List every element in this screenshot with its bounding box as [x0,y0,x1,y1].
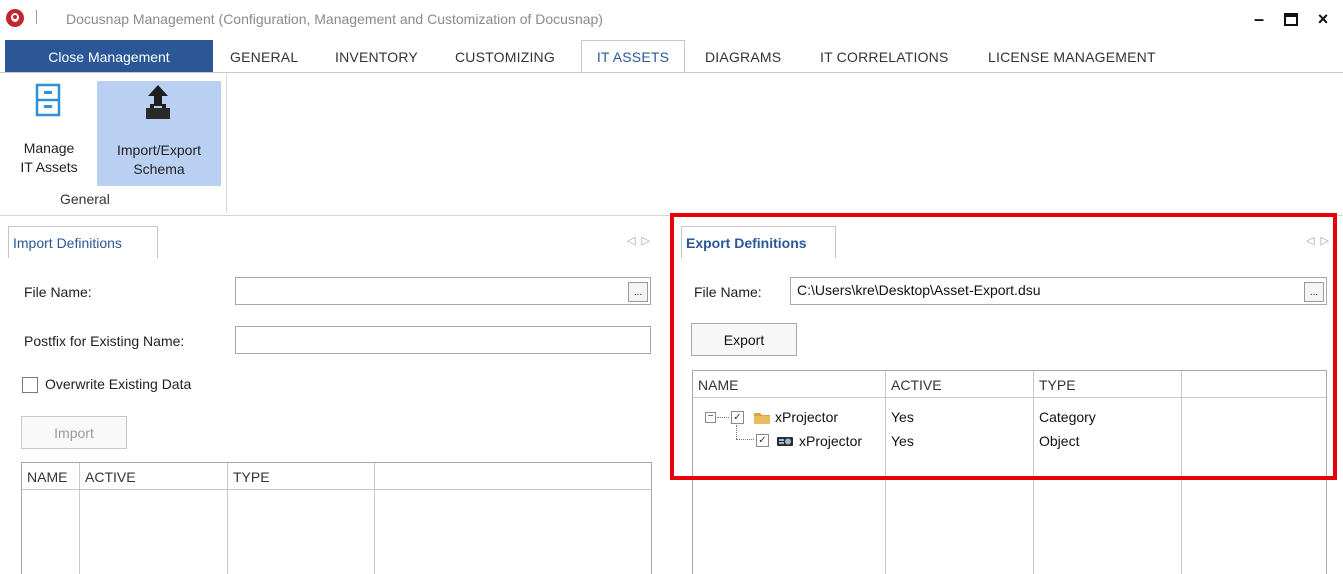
ribbon-divider [0,215,1343,216]
overwrite-checkbox[interactable] [22,377,38,393]
filing-cabinet-icon [35,83,61,117]
overwrite-label: Overwrite Existing Data [45,376,192,392]
import-col-name[interactable]: NAME [22,463,80,490]
maximize-button[interactable] [1276,4,1306,34]
export-col-divider [1033,398,1034,574]
manage-label-2: IT Assets [20,159,78,175]
export-file-name-input[interactable]: C:\Users\kre\Desktop\Asset-Export.dsu [790,277,1327,305]
tree-collapse-toggle[interactable]: − [705,412,716,423]
export-button[interactable]: Export [691,323,797,356]
folder-icon [754,413,770,424]
tree-connector [736,439,754,440]
tab-license-management[interactable]: LICENSE MANAGEMENT [988,40,1156,73]
export-col-divider [1181,398,1182,574]
import-col-active[interactable]: ACTIVE [80,463,228,490]
ribbon-group-label: General [60,191,110,207]
manage-it-assets-button[interactable]: Manage IT Assets [6,77,92,185]
import-file-name-input[interactable] [235,277,651,305]
import-definitions-grid: NAME ACTIVE TYPE [21,462,652,574]
row-checkbox[interactable]: ✓ [731,411,744,424]
export-col-divider [885,398,886,574]
tab-it-correlations[interactable]: IT CORRELATIONS [820,40,949,73]
import-export-label-1: Import/Export [116,142,202,158]
import-col-divider [227,490,228,574]
export-grid-header: NAME ACTIVE TYPE [693,371,1326,398]
window-title: Docusnap Management (Configuration, Mana… [66,11,603,27]
upload-icon [146,85,170,119]
main-tab-bar: Close Management GENERAL INVENTORY CUSTO… [0,40,1343,73]
export-nav-arrows[interactable]: ◁▷ [1306,234,1335,247]
row-active: Yes [891,433,914,449]
manage-label-1: Manage [23,140,75,156]
row-type: Category [1039,409,1096,425]
tab-customizing[interactable]: CUSTOMIZING [455,40,555,73]
import-col-divider [79,490,80,574]
import-browse-button[interactable]: ... [628,282,648,302]
tab-inventory[interactable]: INVENTORY [335,40,418,73]
export-col-active[interactable]: ACTIVE [886,371,1034,398]
tab-it-assets[interactable]: IT ASSETS [581,40,685,73]
title-separator [36,10,37,24]
minimize-button[interactable]: – [1244,4,1274,34]
row-checkbox[interactable]: ✓ [756,434,769,447]
import-nav-arrows[interactable]: ◁▷ [627,234,656,247]
postfix-input[interactable] [235,326,651,354]
row-name[interactable]: xProjector [775,409,838,425]
export-col-name[interactable]: NAME [693,371,886,398]
tab-general[interactable]: GENERAL [230,40,298,73]
maximize-icon [1284,12,1298,26]
close-window-button[interactable]: × [1308,4,1338,34]
export-col-type[interactable]: TYPE [1034,371,1182,398]
row-type: Object [1039,433,1080,449]
export-file-name-label: File Name: [694,284,762,300]
import-grid-header: NAME ACTIVE TYPE [22,463,651,490]
import-button[interactable]: Import [21,416,127,449]
tab-diagrams[interactable]: DIAGRAMS [705,40,781,73]
title-bar: Docusnap Management (Configuration, Mana… [0,0,1343,40]
docusnap-logo-icon[interactable] [6,9,24,27]
close-management-button[interactable]: Close Management [5,40,213,73]
ribbon: Manage IT Assets Import/Export Schema Ge… [0,73,1343,216]
import-col-divider [374,490,375,574]
import-file-name-label: File Name: [24,284,92,300]
tree-connector [736,425,737,439]
import-export-label-2: Schema [133,161,185,177]
projector-icon [777,437,793,446]
export-browse-button[interactable]: ... [1304,282,1324,302]
tab-export-definitions[interactable]: Export Definitions [681,226,836,258]
tab-import-definitions[interactable]: Import Definitions [8,226,158,258]
row-name[interactable]: xProjector [799,433,862,449]
tree-connector [717,417,729,418]
postfix-label: Postfix for Existing Name: [24,333,185,349]
export-definitions-grid: NAME ACTIVE TYPE − ✓ xProjector Yes Cate… [692,370,1327,574]
row-active: Yes [891,409,914,425]
import-export-schema-button[interactable]: Import/Export Schema [97,81,221,186]
ribbon-group-separator [226,73,227,213]
import-col-type[interactable]: TYPE [228,463,375,490]
